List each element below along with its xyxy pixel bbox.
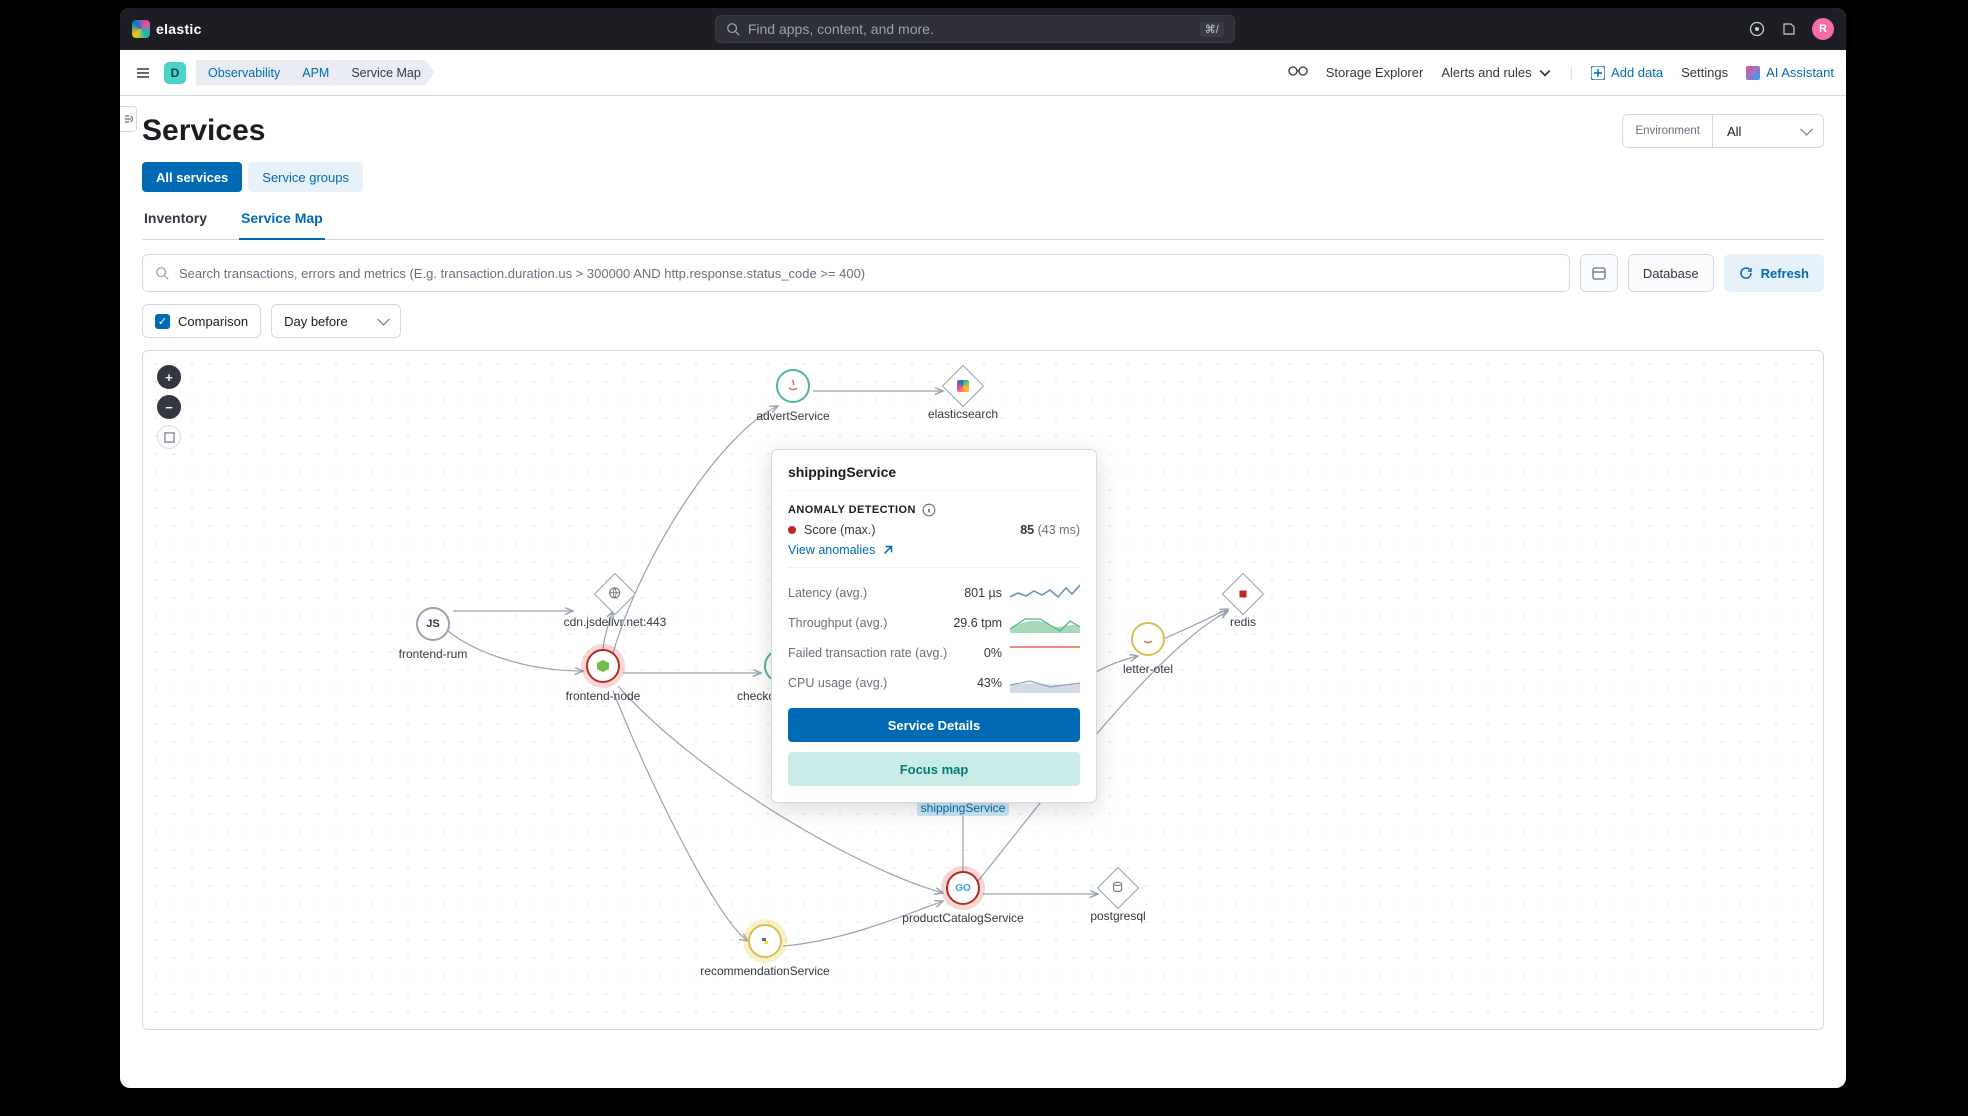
comparison-range-select[interactable]: Day before xyxy=(271,304,401,338)
refresh-button[interactable]: Refresh xyxy=(1724,254,1824,292)
kql-placeholder: Search transactions, errors and metrics … xyxy=(179,266,865,281)
tab-service-map[interactable]: Service Map xyxy=(239,210,325,240)
severity-dot-icon xyxy=(788,526,796,534)
checkbox-checked-icon: ✓ xyxy=(155,314,170,329)
nav-toggle-icon[interactable] xyxy=(132,62,154,84)
metric-latency: Latency (avg.) 801 µs xyxy=(788,578,1080,608)
database-icon xyxy=(1112,881,1124,896)
globe-icon xyxy=(609,587,621,602)
node-elasticsearch[interactable]: elasticsearch xyxy=(893,371,1033,421)
nodejs-icon xyxy=(596,659,610,673)
sparkline-latency xyxy=(1010,583,1080,603)
node-letter-otel[interactable]: letter-otel xyxy=(1078,622,1218,676)
date-picker-button[interactable] xyxy=(1580,254,1618,292)
node-postgresql[interactable]: postgresql xyxy=(1048,873,1188,923)
crumb-service-map: Service Map xyxy=(333,60,434,86)
search-shortcut: ⌘/ xyxy=(1200,22,1224,37)
crumb-observability[interactable]: Observability xyxy=(196,60,294,86)
comparison-label: Comparison xyxy=(178,314,248,329)
environment-label: Environment xyxy=(1623,115,1713,147)
sparkline-cpu xyxy=(1010,673,1080,693)
link-add-data[interactable]: Add data xyxy=(1591,65,1663,80)
node-recommendationservice[interactable]: recommendationService xyxy=(695,924,835,978)
page-title: Services xyxy=(142,114,265,148)
app-window: elastic Find apps, content, and more. ⌘/… xyxy=(120,8,1846,1088)
help-icon[interactable] xyxy=(1748,20,1766,38)
inspect-icon[interactable] xyxy=(1288,65,1308,80)
refresh-icon xyxy=(1739,266,1753,280)
focus-map-button[interactable]: Focus map xyxy=(788,752,1080,786)
link-settings[interactable]: Settings xyxy=(1681,65,1728,80)
environment-selector: Environment All xyxy=(1622,114,1824,148)
service-details-button[interactable]: Service Details xyxy=(788,708,1080,742)
metric-failed-rate: Failed transaction rate (avg.) 0% xyxy=(788,638,1080,668)
brand-logo[interactable]: elastic xyxy=(132,20,202,38)
breadcrumb: Observability APM Service Map xyxy=(196,60,435,86)
python-icon xyxy=(758,934,772,948)
environment-dropdown[interactable]: All xyxy=(1713,115,1823,147)
ai-assistant-icon xyxy=(1746,66,1760,80)
info-icon[interactable] xyxy=(922,503,936,517)
link-ai-assistant[interactable]: AI Assistant xyxy=(1746,65,1834,80)
java-icon xyxy=(1141,632,1155,646)
node-redis[interactable]: redis xyxy=(1173,579,1313,629)
search-icon xyxy=(155,266,169,280)
metric-cpu: CPU usage (avg.) 43% xyxy=(788,668,1080,698)
popover-title: shippingService xyxy=(788,464,1080,491)
comparison-toggle[interactable]: ✓ Comparison xyxy=(142,304,261,338)
anomaly-score-row: Score (max.) 85 (43 ms) xyxy=(788,523,1080,537)
js-icon: JS xyxy=(416,607,450,641)
link-storage-explorer[interactable]: Storage Explorer xyxy=(1326,65,1424,80)
link-alerts-rules[interactable]: Alerts and rules xyxy=(1441,65,1551,80)
tab-inventory[interactable]: Inventory xyxy=(142,210,209,239)
node-cdn[interactable]: cdn.jsdelivr.net:443 xyxy=(545,579,685,629)
view-anomalies-link[interactable]: View anomalies xyxy=(788,543,895,557)
global-search[interactable]: Find apps, content, and more. ⌘/ xyxy=(715,15,1235,43)
plus-circle-icon xyxy=(1591,66,1605,80)
service-scope-tabs: All services Service groups xyxy=(142,162,1824,192)
sidebar-collapse-handle[interactable] xyxy=(120,106,137,132)
node-productcatalogservice[interactable]: GO productCatalogService xyxy=(893,871,1033,925)
newsfeed-icon[interactable] xyxy=(1780,20,1798,38)
calendar-icon xyxy=(1592,266,1606,280)
app-subheader: D Observability APM Service Map Storage … xyxy=(120,50,1846,96)
node-advertservice[interactable]: advertService xyxy=(723,369,863,423)
elastic-logo-icon xyxy=(132,20,150,38)
service-popover: shippingService ANOMALY DETECTION Score … xyxy=(771,449,1097,803)
popout-icon xyxy=(881,543,895,557)
page-content: Services Environment All All services Se… xyxy=(120,96,1846,1088)
metric-throughput: Throughput (avg.) 29.6 tpm xyxy=(788,608,1080,638)
redis-icon xyxy=(1236,587,1250,601)
brand-name: elastic xyxy=(156,21,202,37)
view-tabs: Inventory Service Map xyxy=(142,210,1824,240)
space-badge[interactable]: D xyxy=(164,62,186,84)
date-picker-label[interactable]: Database xyxy=(1628,254,1714,292)
user-avatar[interactable]: R xyxy=(1812,18,1834,40)
sparkline-throughput xyxy=(1010,613,1080,633)
node-frontend-node[interactable]: frontend-node xyxy=(533,649,673,703)
node-frontend-rum[interactable]: JS frontend-rum xyxy=(363,607,503,661)
tab-all-services[interactable]: All services xyxy=(142,162,242,192)
chevron-down-icon xyxy=(1538,66,1552,80)
search-placeholder: Find apps, content, and more. xyxy=(748,21,934,37)
service-map-canvas[interactable]: + − xyxy=(142,350,1824,1030)
popover-section-title: ANOMALY DETECTION xyxy=(788,503,1080,517)
java-icon xyxy=(785,378,801,394)
sparkline-failed xyxy=(1010,643,1080,663)
tab-service-groups[interactable]: Service groups xyxy=(248,162,363,192)
kql-search-input[interactable]: Search transactions, errors and metrics … xyxy=(142,254,1570,292)
elasticsearch-icon xyxy=(957,380,969,392)
search-icon xyxy=(726,22,740,36)
global-header: elastic Find apps, content, and more. ⌘/… xyxy=(120,8,1846,50)
